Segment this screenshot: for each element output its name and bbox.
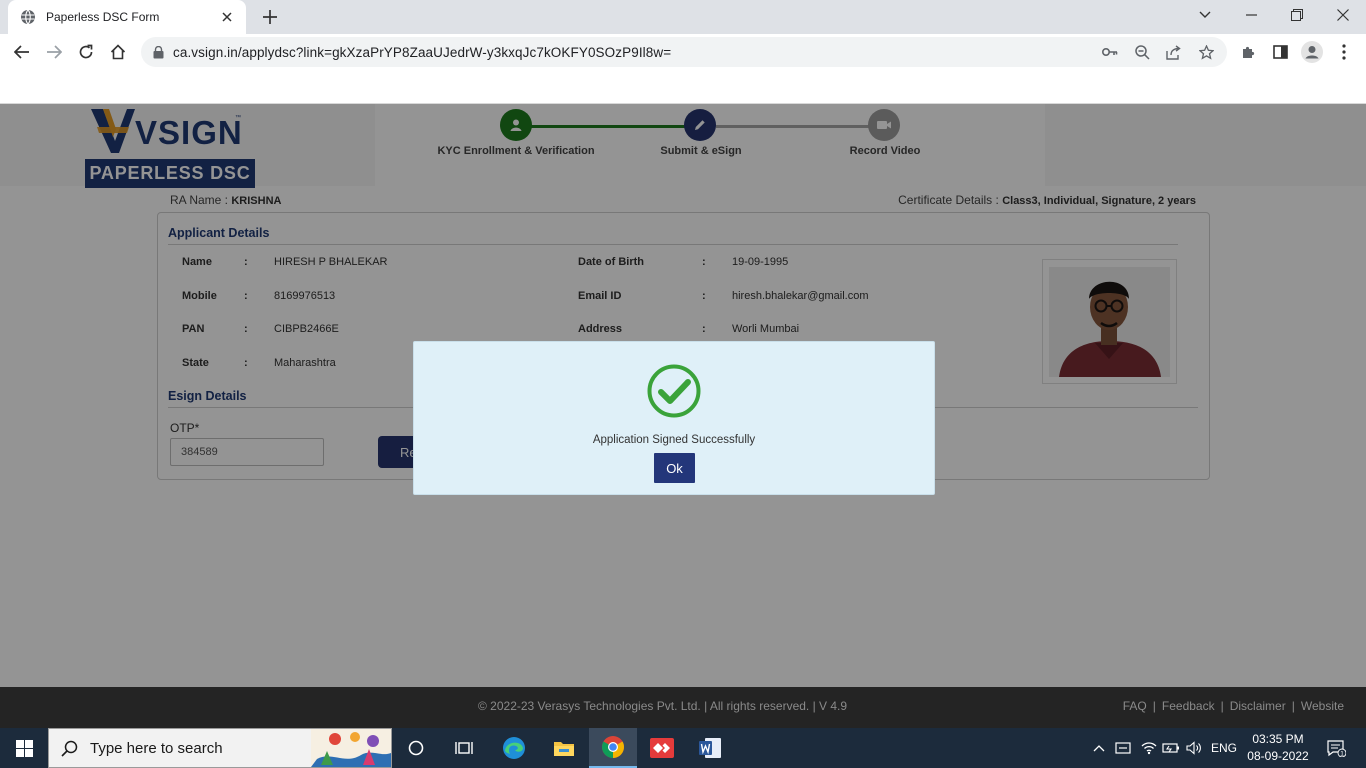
feedback-link[interactable]: Feedback	[1162, 699, 1215, 713]
share-icon[interactable]	[1163, 42, 1185, 62]
globe-icon	[20, 9, 36, 25]
word-icon[interactable]	[686, 728, 734, 768]
app-tray-icon[interactable]	[1112, 728, 1134, 768]
battery-icon[interactable]	[1160, 728, 1182, 768]
wifi-icon[interactable]	[1138, 728, 1160, 768]
link-separator: |	[1152, 699, 1156, 713]
forward-icon[interactable]	[40, 38, 68, 66]
browser-tab-active[interactable]: Paperless DSC Form	[8, 0, 246, 34]
success-dialog: Application Signed Successfully Ok	[413, 341, 935, 495]
link-separator: |	[1220, 699, 1224, 713]
volume-icon[interactable]	[1183, 728, 1205, 768]
back-icon[interactable]	[8, 38, 36, 66]
side-panel-icon[interactable]	[1266, 38, 1294, 66]
notification-count: 1	[1340, 751, 1344, 758]
page-content: VSIGN ™ PAPERLESS DSC KYC Enrollment & V…	[0, 103, 1366, 687]
zoom-out-icon[interactable]	[1131, 42, 1153, 62]
key-icon[interactable]	[1099, 42, 1121, 62]
minimize-icon[interactable]	[1228, 0, 1274, 30]
disclaimer-link[interactable]: Disclaimer	[1230, 699, 1286, 713]
success-message: Application Signed Successfully	[592, 434, 756, 446]
tab-search-chevron-icon[interactable]	[1182, 0, 1228, 30]
browser-tab-strip: Paperless DSC Form	[0, 0, 1366, 34]
windows-start-icon[interactable]	[0, 728, 48, 768]
anydesk-icon[interactable]	[638, 728, 686, 768]
clock-time: 03:35 PM	[1252, 732, 1304, 746]
address-bar[interactable]: ca.vsign.in/applydsc?link=gkXzaPrYP8ZaaU…	[141, 37, 1227, 67]
file-explorer-icon[interactable]	[540, 728, 588, 768]
show-hidden-icons-chevron-icon[interactable]	[1090, 728, 1108, 768]
website-link[interactable]: Website	[1301, 699, 1344, 713]
ok-button[interactable]: Ok	[654, 453, 695, 483]
reload-icon[interactable]	[72, 38, 100, 66]
chrome-icon[interactable]	[589, 728, 637, 768]
url-text: ca.vsign.in/applydsc?link=gkXzaPrYP8ZaaU…	[173, 44, 672, 60]
cortana-icon[interactable]	[392, 728, 440, 768]
browser-toolbar: ca.vsign.in/applydsc?link=gkXzaPrYP8ZaaU…	[0, 34, 1366, 70]
close-tab-icon[interactable]	[218, 8, 236, 26]
close-window-icon[interactable]	[1320, 0, 1366, 30]
taskbar-search-box[interactable]: Type here to search	[48, 728, 392, 768]
search-icon	[61, 740, 78, 757]
footer-links: FAQ | Feedback | Disclaimer | Website	[1123, 699, 1344, 713]
success-check-icon	[647, 364, 701, 418]
notification-center-icon[interactable]: 1	[1318, 728, 1354, 768]
home-icon[interactable]	[104, 38, 132, 66]
windows-taskbar: Type here to search ENG 03:35 PM 08-09-2…	[0, 728, 1366, 768]
extensions-puzzle-icon[interactable]	[1234, 38, 1262, 66]
new-tab-icon[interactable]	[258, 6, 282, 28]
task-view-icon[interactable]	[440, 728, 488, 768]
search-placeholder: Type here to search	[90, 739, 223, 757]
more-menu-icon[interactable]	[1330, 38, 1358, 66]
link-separator: |	[1291, 699, 1295, 713]
bookmark-star-icon[interactable]	[1195, 42, 1217, 62]
system-clock[interactable]: 03:35 PM 08-09-2022	[1242, 731, 1314, 765]
restore-icon[interactable]	[1274, 0, 1320, 30]
edge-browser-icon[interactable]	[490, 728, 538, 768]
lock-icon[interactable]	[153, 45, 164, 59]
faq-link[interactable]: FAQ	[1123, 699, 1147, 713]
language-indicator[interactable]: ENG	[1208, 728, 1240, 768]
copyright-text: © 2022-23 Verasys Technologies Pvt. Ltd.…	[478, 699, 848, 713]
clock-date: 08-09-2022	[1247, 749, 1309, 763]
tab-title: Paperless DSC Form	[46, 10, 160, 24]
search-highlight-art-icon	[311, 729, 391, 767]
site-footer: © 2022-23 Verasys Technologies Pvt. Ltd.…	[0, 687, 1366, 728]
profile-avatar-icon[interactable]	[1298, 38, 1326, 66]
